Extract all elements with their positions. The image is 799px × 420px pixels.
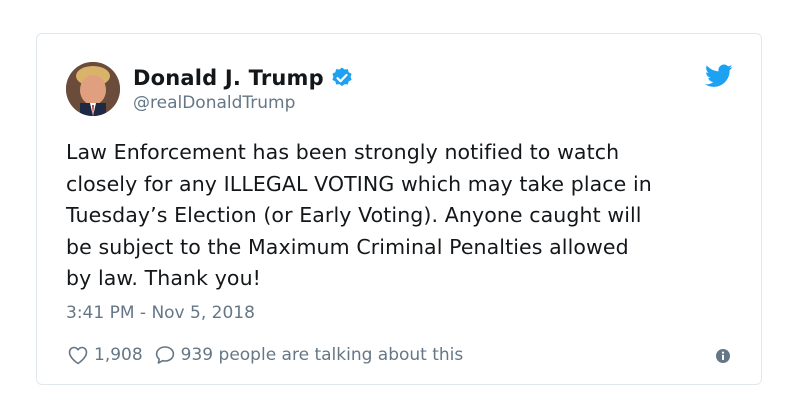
engagement-bar: 1,908 939 people are talking about this <box>66 343 463 367</box>
tweet-line: by law. Thank you! <box>66 266 261 290</box>
tweet-line: Tuesday’s Election (or Early Voting). An… <box>66 203 642 227</box>
tweet-line: closely for any ILLEGAL VOTING which may… <box>66 171 652 196</box>
info-icon[interactable] <box>715 348 731 364</box>
verified-badge-icon <box>330 66 354 90</box>
author-block: Donald J. Trump @realDonaldTrump <box>133 64 354 113</box>
talking-count-label: 939 people are talking about this <box>180 345 464 365</box>
tweet-line: be subject to the Maximum Criminal Penal… <box>66 234 629 259</box>
author-name[interactable]: Donald J. Trump <box>133 66 324 90</box>
avatar-image <box>66 62 120 116</box>
author-handle[interactable]: @realDonaldTrump <box>133 93 354 113</box>
twitter-bird-icon[interactable] <box>705 64 733 88</box>
tweet-card: Donald J. Trump @realDonaldTrump Law Enf… <box>36 33 762 385</box>
tweet-line: Law Enforcement has been strongly notifi… <box>66 140 620 164</box>
tweet-text: Law Enforcement has been strongly notifi… <box>66 137 746 295</box>
like-count[interactable]: 1,908 <box>94 345 143 365</box>
tweet-timestamp[interactable]: 3:41 PM - Nov 5, 2018 <box>66 303 255 323</box>
talking-link[interactable]: 939 people are talking about this <box>153 343 464 367</box>
avatar[interactable] <box>66 62 120 116</box>
speech-bubble-icon <box>153 343 177 367</box>
heart-icon[interactable] <box>66 343 90 367</box>
